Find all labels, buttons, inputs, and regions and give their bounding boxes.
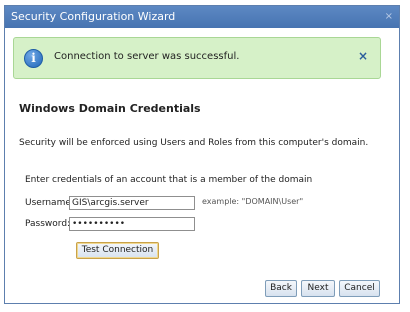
banner-close-icon[interactable]: × [358, 49, 368, 63]
test-connection-button[interactable]: Test Connection [76, 242, 159, 259]
wizard-window: Security Configuration Wizard × i Connec… [4, 5, 400, 304]
cancel-button[interactable]: Cancel [339, 280, 380, 297]
window-titlebar: Security Configuration Wizard × [5, 6, 399, 28]
success-banner: i Connection to server was successful. × [13, 37, 381, 79]
password-label: Password: [25, 219, 71, 229]
section-title: Windows Domain Credentials [19, 102, 201, 115]
username-label: Username: [25, 198, 74, 208]
window-title: Security Configuration Wizard [11, 10, 176, 23]
next-button[interactable]: Next [301, 280, 335, 297]
username-example: example: "DOMAIN\User" [202, 197, 304, 206]
credentials-instructions: Enter credentials of an account that is … [25, 175, 313, 185]
section-description: Security will be enforced using Users an… [19, 138, 369, 148]
back-button[interactable]: Back [265, 280, 297, 297]
info-icon: i [24, 49, 43, 68]
window-close-icon[interactable]: × [385, 6, 393, 28]
password-field[interactable] [69, 217, 195, 231]
banner-message: Connection to server was successful. [54, 51, 240, 62]
username-field[interactable] [69, 196, 195, 210]
